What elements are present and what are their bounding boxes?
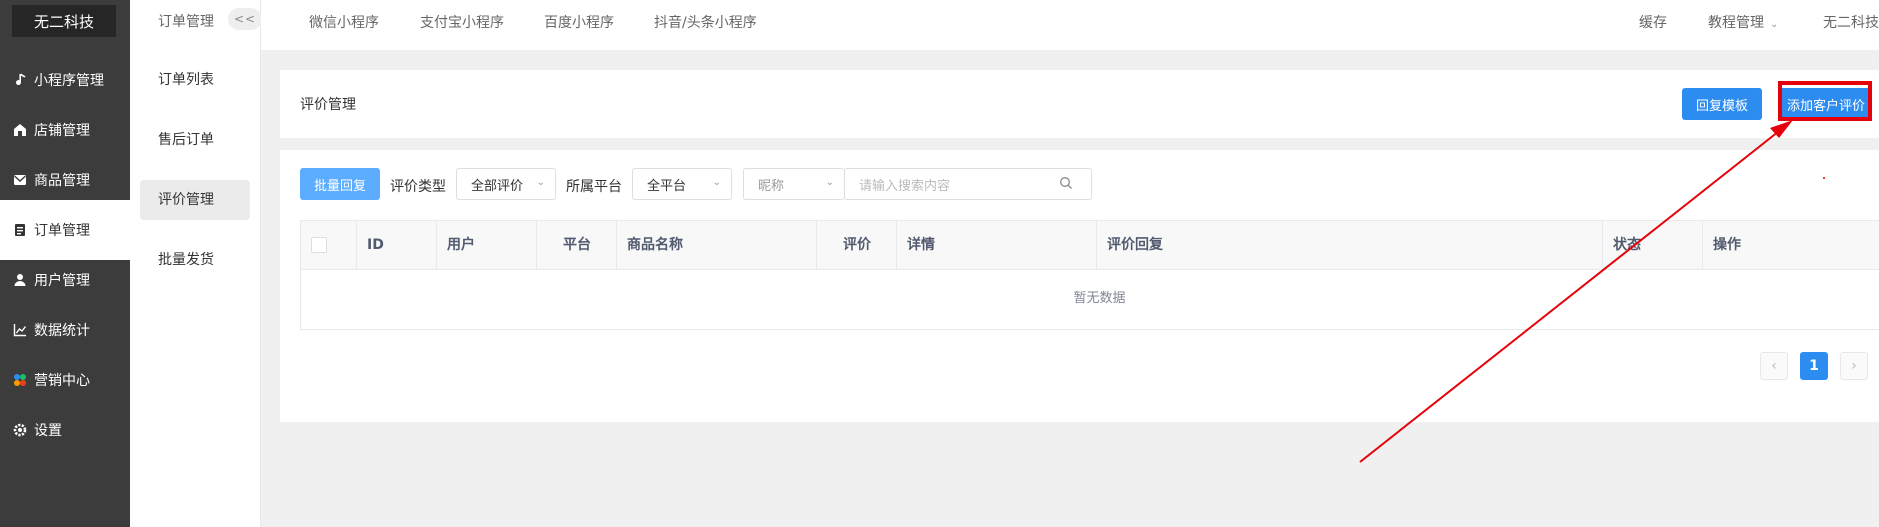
submenu-item-batch-ship[interactable]: 批量发货: [140, 240, 250, 280]
main-sidebar: 无二科技 小程序管理 店铺管理 商品管理 订单管理 用户管理 数据统计 营销中心…: [0, 0, 130, 527]
platform-label: 所属平台: [566, 179, 622, 195]
batch-reply-button[interactable]: 批量回复: [300, 168, 380, 200]
chart-icon: [12, 322, 28, 338]
sidebar-item-label: 用户管理: [34, 273, 90, 289]
sidebar-item-label: 订单管理: [34, 223, 90, 239]
prev-page-button[interactable]: ‹: [1760, 352, 1788, 380]
cache-link[interactable]: 缓存: [1639, 12, 1667, 32]
sidebar-item-label: 店铺管理: [34, 123, 90, 139]
user-icon: [12, 272, 28, 288]
sidebar-item-label: 小程序管理: [34, 73, 104, 89]
chevron-down-icon: ⌄: [825, 177, 834, 188]
page-title: 评价管理: [300, 97, 356, 113]
submenu-panel: 订单管理 订单列表 售后订单 评价管理 批量发货: [130, 0, 261, 527]
platform-value: 全平台: [647, 178, 687, 194]
tutorial-menu[interactable]: 教程管理 ⌄: [1708, 12, 1778, 32]
store-icon: [12, 122, 28, 138]
mail-box-icon: [12, 172, 28, 188]
column-header-review-reply[interactable]: 评价回复: [1097, 221, 1603, 269]
column-header-user[interactable]: 用户: [437, 221, 537, 269]
search-field-select[interactable]: 昵称 ⌄: [743, 168, 845, 200]
submenu-item-order-list[interactable]: 订单列表: [140, 60, 250, 100]
column-header-product-name[interactable]: 商品名称: [617, 221, 817, 269]
sidebar-item-settings[interactable]: 设置: [0, 400, 130, 460]
rating-type-label: 评价类型: [390, 179, 446, 195]
submenu-item-after-sales[interactable]: 售后订单: [140, 120, 250, 160]
sidebar-item-label: 数据统计: [34, 323, 90, 339]
rating-type-value: 全部评价: [471, 178, 524, 194]
search-placeholder: 请输入搜索内容: [859, 178, 951, 194]
gear-icon: [12, 422, 28, 438]
page-header-card: 评价管理 回复模板 添加客户评价: [280, 70, 1879, 138]
collapse-menu-button[interactable]: <<: [228, 8, 262, 30]
table-empty-text: 暂无数据: [1073, 291, 1126, 306]
column-header-platform[interactable]: 平台: [537, 221, 617, 269]
tab-alipay-miniprogram[interactable]: 支付宝小程序: [420, 12, 504, 32]
tab-douyin-miniprogram[interactable]: 抖音/头条小程序: [654, 12, 757, 32]
search-input[interactable]: 请输入搜索内容: [844, 168, 1092, 200]
search-field-value: 昵称: [758, 178, 785, 194]
column-header-status[interactable]: 状态: [1603, 221, 1703, 269]
rating-type-select[interactable]: 全部评价 ⌄: [456, 168, 556, 200]
column-header-id[interactable]: ID: [357, 221, 437, 269]
submenu-item-reviews[interactable]: 评价管理: [140, 180, 250, 220]
search-icon[interactable]: [1059, 176, 1073, 194]
tutorial-label: 教程管理: [1708, 15, 1764, 31]
tab-baidu-miniprogram[interactable]: 百度小程序: [544, 12, 614, 32]
column-header-actions[interactable]: 操作: [1703, 221, 1879, 269]
sidebar-item-label: 设置: [34, 423, 62, 439]
column-header-details[interactable]: 详情: [897, 221, 1097, 269]
platform-select[interactable]: 全平台 ⌄: [632, 168, 732, 200]
sidebar-item-label: 营销中心: [34, 373, 90, 389]
chevron-down-icon: ⌄: [536, 177, 545, 188]
table-header: ID 用户 平台 商品名称 评价 详情 评价回复 状态 操作: [301, 221, 1879, 270]
brand-logo: 无二科技: [12, 5, 116, 37]
marketing-icon: [12, 372, 28, 388]
select-all-checkbox[interactable]: [311, 237, 327, 253]
reviews-card: 批量回复 评价类型 全部评价 ⌄ 所属平台 全平台 ⌄ 昵称 ⌄ 请输入搜索内容…: [280, 150, 1879, 422]
submenu-title: 订单管理: [158, 14, 214, 30]
company-menu[interactable]: 无二科技: [1823, 12, 1879, 32]
top-nav: 微信小程序 支付宝小程序 百度小程序 抖音/头条小程序 缓存 教程管理 ⌄ 无二科…: [261, 0, 1879, 50]
chevron-down-icon: ⌄: [1770, 19, 1779, 30]
chevron-down-icon: ⌄: [712, 177, 721, 188]
select-all-cell: [301, 221, 357, 269]
music-note-icon: [12, 72, 28, 88]
next-page-button[interactable]: ›: [1840, 352, 1868, 380]
page-1-button[interactable]: 1: [1800, 352, 1828, 380]
column-header-rating[interactable]: 评价: [817, 221, 897, 269]
sidebar-item-label: 商品管理: [34, 173, 90, 189]
tab-wechat-miniprogram[interactable]: 微信小程序: [309, 12, 379, 32]
reviews-table: ID 用户 平台 商品名称 评价 详情 评价回复 状态 操作 暂无数据: [300, 220, 1879, 330]
annotation-highlight-box: [1778, 81, 1872, 121]
reply-template-button[interactable]: 回复模板: [1682, 88, 1762, 120]
order-list-icon: [12, 222, 28, 238]
